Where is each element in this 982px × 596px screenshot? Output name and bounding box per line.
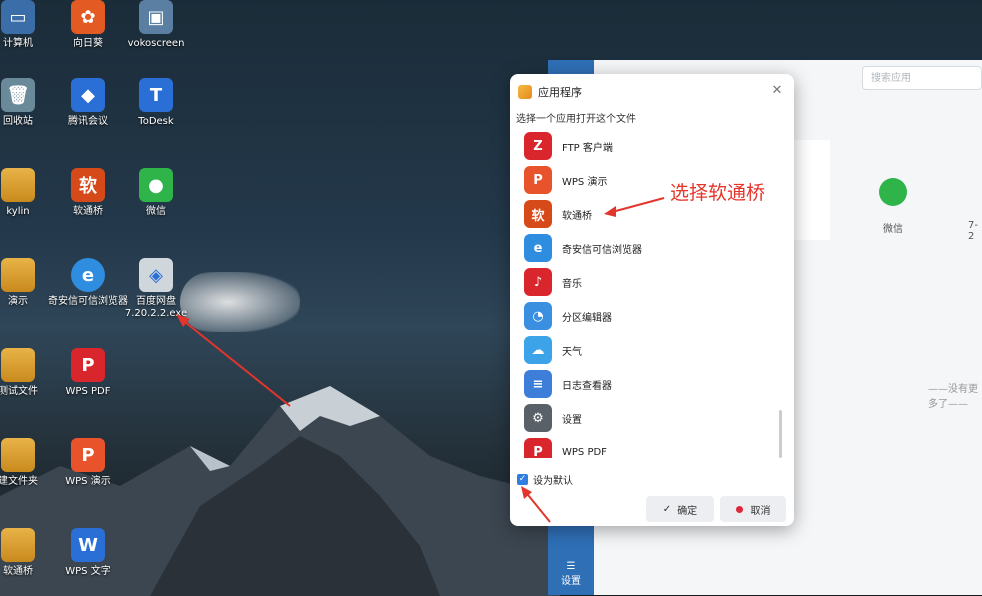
wechat-icon (879, 178, 907, 206)
close-icon: ✕ (771, 83, 783, 98)
store-app-wechat[interactable]: 微信 (868, 178, 918, 235)
computer-icon: ▭ (1, 0, 35, 34)
dialog-prompt: 选择一个应用打开这个文件 (516, 114, 636, 125)
todesk-icon: T (139, 78, 173, 112)
wps-presentation-icon: P (524, 166, 552, 194)
menu-icon: ☰ (566, 561, 576, 572)
music-icon: ♪ (524, 268, 552, 296)
desktop-icon-wps-writer[interactable]: W WPS 文字 (48, 528, 128, 578)
app-item-partition-editor[interactable]: ◔ 分区编辑器 (524, 302, 784, 330)
trash-icon: 🗑 (1, 78, 35, 112)
folder-icon (1, 348, 35, 382)
partition-editor-icon: ◔ (524, 302, 552, 330)
dialog-header: 应用程序 (518, 82, 582, 102)
ruantongqiao-icon: 软 (524, 200, 552, 228)
cloud-decoration (180, 272, 300, 332)
app-item-wps-pdf[interactable]: P WPS PDF (524, 438, 784, 458)
desktop-icon-vokoscreen[interactable]: ▣ vokoscreen (116, 0, 196, 50)
vokoscreen-icon: ▣ (139, 0, 173, 34)
check-icon: ✓ (662, 503, 672, 515)
annotation-text: 选择软通桥 (670, 182, 766, 204)
ruantongqiao-icon: 软 (71, 168, 105, 202)
cancel-button[interactable]: 取消 (720, 496, 786, 522)
installer-icon: ◈ (139, 258, 173, 292)
desktop-icon-baidu-netdisk-installer[interactable]: ◈ 百度网盘7.20.2.2.exe (116, 258, 196, 320)
ok-button[interactable]: ✓ 确定 (646, 496, 714, 522)
checkmark-icon: ✓ (517, 474, 528, 485)
qianxin-browser-icon: e (524, 234, 552, 262)
log-viewer-icon: ≡ (524, 370, 552, 398)
app-item-music[interactable]: ♪ 音乐 (524, 268, 784, 296)
app-list-scrollbar[interactable] (779, 410, 782, 458)
sunflower-icon: ✿ (71, 0, 105, 34)
no-more-text: ——没有更多了—— (928, 384, 978, 410)
app-item-weather[interactable]: ☁ 天气 (524, 336, 784, 364)
filezilla-icon: Z (524, 132, 552, 160)
app-item-settings[interactable]: ⚙ 设置 (524, 404, 784, 432)
cancel-dot-icon (735, 505, 743, 513)
app-item-log-viewer[interactable]: ≡ 日志查看器 (524, 370, 784, 398)
folder-icon (1, 528, 35, 562)
app-item-ftp-client[interactable]: Z FTP 客户端 (524, 132, 784, 160)
wps-writer-icon: W (71, 528, 105, 562)
open-with-dialog: 应用程序 ✕ 选择一个应用打开这个文件 Z FTP 客户端 P WPS 演示 软… (510, 74, 794, 526)
wps-pdf-icon: P (71, 348, 105, 382)
store-settings-button[interactable]: ☰ 设置 (548, 561, 594, 587)
app-item-qianxin-browser[interactable]: e 奇安信可信浏览器 (524, 234, 784, 262)
wechat-icon: ● (139, 168, 173, 202)
qianxin-browser-icon: e (71, 258, 105, 292)
tencent-meeting-icon: ◆ (71, 78, 105, 112)
store-app-partial-label: 7-2 (968, 220, 978, 242)
folder-icon (1, 168, 35, 202)
settings-icon: ⚙ (524, 404, 552, 432)
desktop-icon-wps-pdf[interactable]: P WPS PDF (48, 348, 128, 398)
store-search-input[interactable]: 搜索应用 (862, 66, 982, 90)
weather-icon: ☁ (524, 336, 552, 364)
set-default-checkbox[interactable]: ✓ 设为默认 (517, 472, 573, 487)
wps-pdf-icon: P (524, 438, 552, 458)
close-button[interactable]: ✕ (768, 82, 786, 100)
desktop-icon-wechat[interactable]: ● 微信 (116, 168, 196, 218)
folder-icon (1, 438, 35, 472)
app-chooser-icon (518, 85, 532, 99)
desktop-icon-todesk[interactable]: T ToDesk (116, 78, 196, 128)
desktop-icon-wps-presentation[interactable]: P WPS 演示 (48, 438, 128, 488)
folder-icon (1, 258, 35, 292)
dialog-title: 应用程序 (538, 86, 582, 99)
wps-presentation-icon: P (71, 438, 105, 472)
